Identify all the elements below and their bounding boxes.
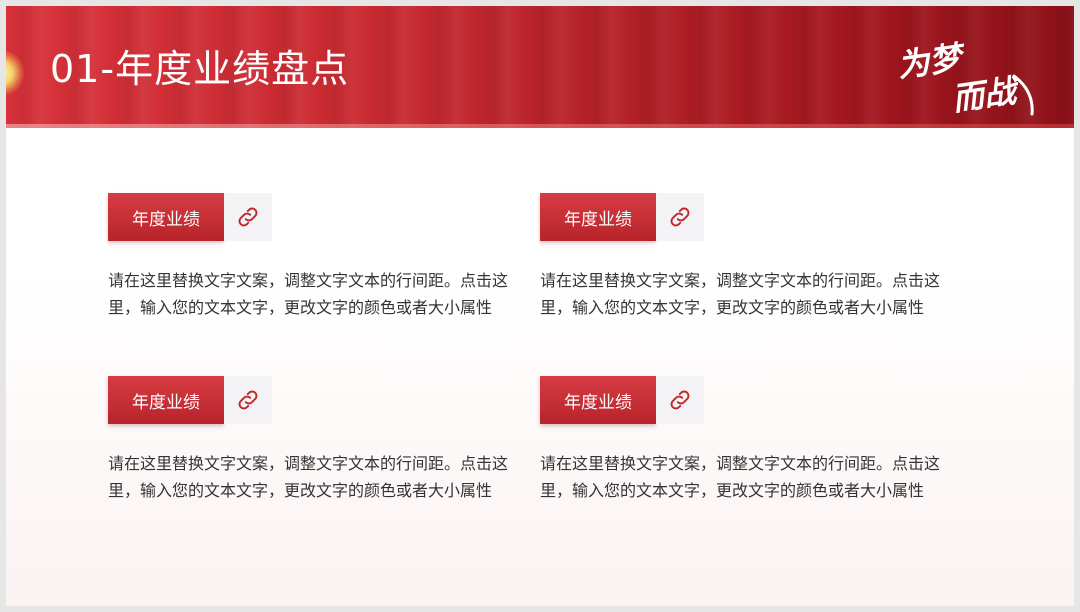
description-text[interactable]: 请在这里替换文字文案，调整文字文本的行间距。点击这里，输入您的文本文字，更改文字… [540,450,940,504]
description-text[interactable]: 请在这里替换文字文案，调整文字文本的行间距。点击这里，输入您的文本文字，更改文字… [540,267,940,321]
page-title[interactable]: 01-年度业绩盘点 [50,50,349,88]
slogan-brush-icon: 为梦 而战 [895,38,1034,118]
tag-label[interactable]: 年度业绩 [108,376,224,424]
tag-label[interactable]: 年度业绩 [540,193,656,241]
link-icon[interactable] [656,193,704,241]
tag-label[interactable]: 年度业绩 [540,376,656,424]
tag[interactable]: 年度业绩 [540,193,704,241]
tag[interactable]: 年度业绩 [540,376,704,424]
description-text[interactable]: 请在这里替换文字文案，调整文字文本的行间距。点击这里，输入您的文本文字，更改文字… [108,267,508,321]
header-banner: 01-年度业绩盘点 为梦 而战 [6,6,1074,128]
link-icon[interactable] [656,376,704,424]
tag[interactable]: 年度业绩 [108,193,272,241]
content-block-1: 年度业绩 请在这里替换文字文案，调整文字文本的行间距。点击这里，输入您的文本文字… [108,193,528,321]
slogan-calligraphy: 为梦 而战 [894,36,1044,118]
light-glow [6,50,24,96]
link-icon[interactable] [224,376,272,424]
slogan-line-2: 而战 [950,71,1023,116]
description-text[interactable]: 请在这里替换文字文案，调整文字文本的行间距。点击这里，输入您的文本文字，更改文字… [108,450,508,504]
tag-label[interactable]: 年度业绩 [108,193,224,241]
tag[interactable]: 年度业绩 [108,376,272,424]
slide: 01-年度业绩盘点 为梦 而战 年度业绩 请在这里替换文字文案，调整文字文本的行… [6,6,1074,606]
content-block-4: 年度业绩 请在这里替换文字文案，调整文字文本的行间距。点击这里，输入您的文本文字… [540,376,960,504]
link-icon[interactable] [224,193,272,241]
content-block-3: 年度业绩 请在这里替换文字文案，调整文字文本的行间距。点击这里，输入您的文本文字… [108,376,528,504]
slogan-line-1: 为梦 [895,38,969,85]
content-block-2: 年度业绩 请在这里替换文字文案，调整文字文本的行间距。点击这里，输入您的文本文字… [540,193,960,321]
